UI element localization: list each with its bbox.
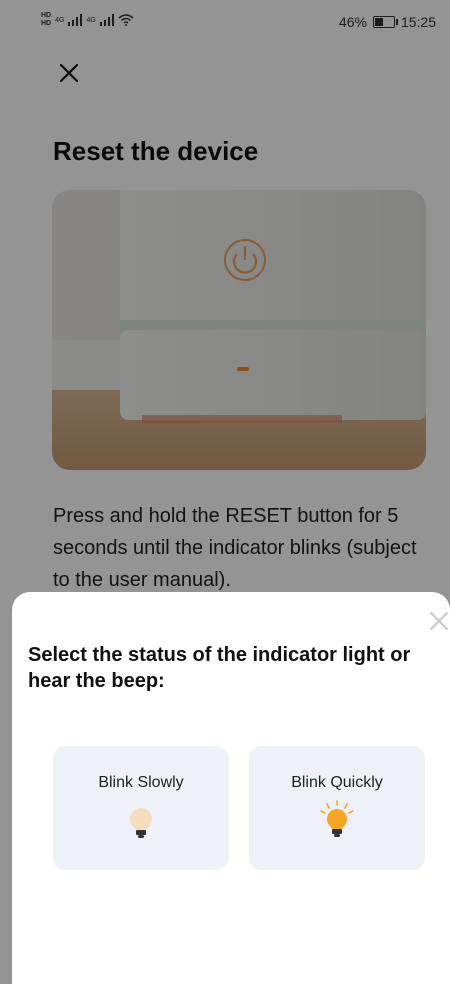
screen: HD HD 4G 4G 46% 15:25 Reset the device P… [0,0,450,984]
lightbulb-icon [130,808,152,838]
indicator-status-sheet: Select the status of the indicator light… [12,592,450,984]
option-label: Blink Slowly [98,774,184,791]
lightbulb-glowing-icon [320,800,354,837]
blink-quickly-option[interactable]: Blink Quickly [249,746,425,870]
sheet-title: Select the status of the indicator light… [28,644,411,692]
close-icon[interactable] [428,610,450,632]
option-label: Blink Quickly [291,774,383,791]
blink-slowly-option[interactable]: Blink Slowly [53,746,229,870]
